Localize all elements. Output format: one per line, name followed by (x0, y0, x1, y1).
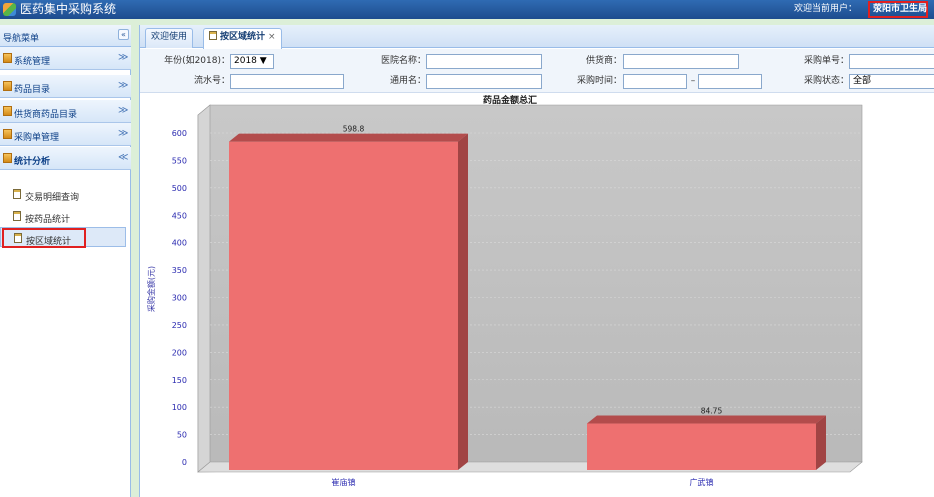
filter-form: 年份(如2018)： 2018 ▼ 医院名称： 供货商： 采购单号： 流水号： … (140, 49, 934, 93)
time-start-input[interactable] (623, 74, 687, 89)
y-tick-label: 600 (172, 129, 187, 138)
folder-icon (3, 129, 12, 139)
nav-section-purchase-orders[interactable]: 采购单管理 ≫ (0, 123, 131, 146)
common-name-input[interactable] (426, 74, 542, 89)
y-tick-layer: 0 50 100 150 200 250 300 350 400 450 500 550 600 (172, 129, 187, 467)
tab-label: 按区域统计 (220, 32, 266, 42)
tab-label: 欢迎使用 (151, 32, 188, 42)
y-axis-label: 采购金额(元) (146, 266, 156, 312)
y-tick-label: 0 (182, 458, 187, 467)
bar-1 (587, 423, 816, 470)
order-no-label: 采购单号： (803, 56, 849, 66)
common-name-label: 通用名： (389, 76, 426, 86)
sidebar-item-transaction-detail[interactable]: 交易明细查询 (0, 184, 126, 204)
serial-label: 流水号： (193, 76, 230, 86)
chevron-down-icon[interactable]: ≫ (118, 52, 128, 63)
folder-icon (3, 106, 12, 116)
serial-input[interactable] (230, 74, 344, 89)
y-tick-label: 350 (172, 266, 187, 275)
app-title: 医药集中采购系统 (20, 2, 117, 16)
time-end-input[interactable] (698, 74, 762, 89)
chevron-down-icon[interactable]: ≫ (118, 80, 128, 91)
chevron-up-icon[interactable]: ≪ (118, 152, 128, 163)
folder-icon (3, 53, 12, 63)
nav-title: 导航菜单 (3, 34, 40, 44)
nav-section-label: 药品目录 (14, 85, 51, 95)
chevron-down-icon[interactable]: ≫ (118, 105, 128, 116)
document-icon (13, 211, 21, 221)
purchase-time-label: 采购时间： (576, 76, 622, 86)
close-icon[interactable]: × (268, 32, 276, 42)
y-tick-label: 200 (172, 348, 187, 357)
bar-value-label: 84.75 (701, 407, 723, 416)
top-bar: 医药集中采购系统 欢迎当前用户： 荥阳市卫生局 (0, 0, 934, 19)
region-amount-chart: 药品金额总汇 0 50 100 150 200 250 300 350 400 450 500 550… (146, 94, 863, 487)
sidebar-item-label: 交易明细查询 (25, 193, 80, 203)
main-panel: 欢迎使用 按区域统计 × 年份(如2018)： 2018 ▼ 医院名称： 供货商：… (139, 25, 934, 497)
supplier-label: 供货商： (585, 56, 622, 66)
bar-value-label: 598.8 (343, 125, 365, 134)
welcome-text: 欢迎当前用户： (794, 4, 858, 14)
nav-section-label: 供货商药品目录 (14, 110, 78, 120)
chart-title: 药品金额总汇 (483, 94, 537, 106)
y-tick-label: 550 (172, 156, 187, 165)
supplier-input[interactable] (623, 54, 739, 69)
app-logo-icon (3, 3, 16, 16)
folder-icon (3, 81, 12, 91)
bar-top-0 (229, 133, 468, 142)
year-select[interactable]: 2018 ▼ (230, 54, 274, 69)
chevron-down-icon[interactable]: ≫ (118, 128, 128, 139)
sidebar-item-label: 按药品统计 (25, 215, 71, 225)
document-icon (14, 233, 22, 243)
y-tick-label: 500 (172, 184, 187, 193)
y-tick-label: 450 (172, 211, 187, 220)
nav-section-label: 系统管理 (14, 57, 51, 67)
bar-side-1 (816, 415, 826, 470)
bar-top-1 (587, 415, 826, 424)
order-no-input[interactable] (849, 54, 934, 69)
nav-section-drug-catalog[interactable]: 药品目录 ≫ (0, 75, 131, 98)
y-tick-label: 250 (172, 321, 187, 330)
chart-side-wall (197, 104, 211, 473)
year-label: 年份(如2018)： (164, 56, 230, 66)
collapse-sidebar-button[interactable]: « (118, 29, 129, 40)
nav-section-system[interactable]: 系统管理 ≫ (0, 47, 131, 70)
x-label-layer: 崔庙镇 广武镇 (332, 477, 714, 487)
current-user[interactable]: 荥阳市卫生局 (868, 1, 928, 18)
nav-section-statistics[interactable]: 统计分析 ≪ (0, 147, 131, 170)
time-separator: – (690, 76, 696, 86)
hospital-input[interactable] (426, 54, 542, 69)
tab-by-region[interactable]: 按区域统计 × (203, 28, 282, 49)
sidebar-item-label: 按区域统计 (26, 237, 72, 247)
status-label: 采购状态： (803, 76, 849, 86)
bar-side-0 (458, 133, 468, 470)
nav-section-label: 采购单管理 (14, 133, 60, 143)
y-tick-label: 400 (172, 239, 187, 248)
sidebar-item-by-drug[interactable]: 按药品统计 (0, 206, 126, 226)
tab-strip: 欢迎使用 按区域统计 × (140, 25, 934, 49)
document-icon (209, 31, 217, 40)
hospital-label: 医院名称： (380, 56, 426, 66)
sidebar: 导航菜单 « 系统管理 ≫ 药品目录 ≫ 供货商药品目录 ≫ 采购单管理 ≫ 统… (0, 25, 131, 497)
x-category-label: 崔庙镇 (332, 477, 356, 487)
document-icon (13, 189, 21, 199)
y-tick-label: 50 (177, 431, 187, 440)
bar-0 (229, 141, 458, 470)
y-tick-label: 100 (172, 403, 187, 412)
nav-header: 导航菜单 « (0, 25, 131, 47)
y-tick-label: 150 (172, 376, 187, 385)
y-tick-label: 300 (172, 294, 187, 303)
folder-icon (3, 153, 12, 163)
sidebar-item-by-region[interactable]: 按区域统计 (0, 227, 126, 248)
nav-section-label: 统计分析 (14, 157, 51, 167)
x-category-label: 广武镇 (690, 477, 714, 487)
nav-section-supplier-catalog[interactable]: 供货商药品目录 ≫ (0, 100, 131, 123)
status-select[interactable]: 全部 (849, 74, 934, 89)
tab-welcome[interactable]: 欢迎使用 (145, 28, 194, 48)
